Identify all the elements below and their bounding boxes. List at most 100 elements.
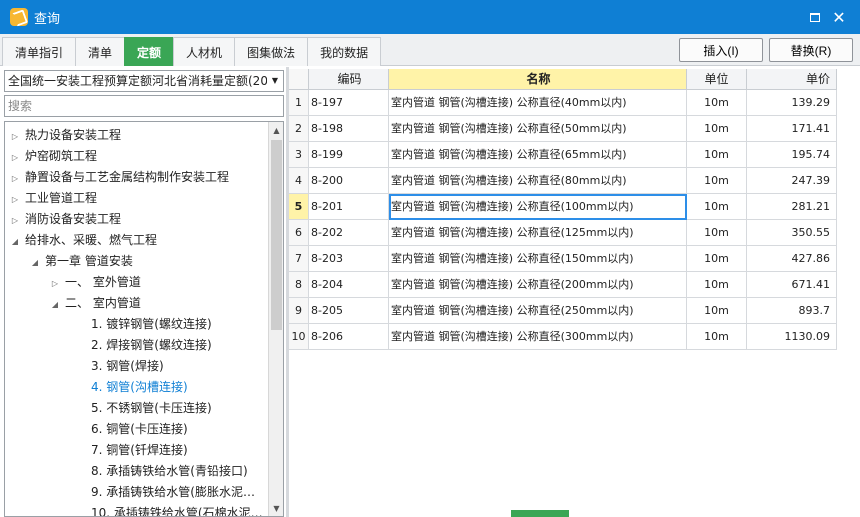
tree-item[interactable]: ◢ 给排水、采暖、燃气工程 — [9, 230, 157, 251]
cell-unit[interactable]: 10m — [687, 246, 747, 272]
cell-name[interactable]: 室内管道 钢管(沟槽连接) 公称直径(65mm以内) — [389, 142, 687, 168]
chevron-down-icon[interactable]: ▼ — [267, 71, 283, 91]
expand-icon[interactable]: ▷ — [9, 168, 21, 189]
insert-button[interactable]: 插入(I) — [679, 38, 763, 62]
tree-item[interactable]: 10. 承插铸铁给水管(石棉水泥… — [75, 503, 263, 516]
table-row[interactable]: 8 8-204 室内管道 钢管(沟槽连接) 公称直径(200mm以内) 10m 671.… — [289, 272, 837, 298]
tab-2[interactable]: 定额 — [124, 37, 175, 66]
cell-index[interactable]: 3 — [289, 142, 309, 168]
cell-unit[interactable]: 10m — [687, 194, 747, 220]
cell-name[interactable]: 室内管道 钢管(沟槽连接) 公称直径(40mm以内) — [389, 90, 687, 116]
cell-price[interactable]: 139.29 — [747, 90, 837, 116]
cell-code[interactable]: 8-205 — [309, 298, 389, 324]
tree-item[interactable]: 8. 承插铸铁给水管(青铅接口) — [75, 461, 248, 482]
scroll-up-icon[interactable]: ▲ — [269, 122, 283, 138]
cell-price[interactable]: 350.55 — [747, 220, 837, 246]
expand-icon[interactable]: ▷ — [9, 147, 21, 168]
cell-name[interactable]: 室内管道 钢管(沟槽连接) 公称直径(150mm以内) — [389, 246, 687, 272]
table-row[interactable]: 10 8-206 室内管道 钢管(沟槽连接) 公称直径(300mm以内) 10m 113… — [289, 324, 837, 350]
cell-code[interactable]: 8-201 — [309, 194, 389, 220]
tree-item[interactable]: 2. 焊接钢管(螺纹连接) — [75, 335, 212, 356]
table-row[interactable]: 2 8-198 室内管道 钢管(沟槽连接) 公称直径(50mm以内) 10m 171.4… — [289, 116, 837, 142]
cell-name[interactable]: 室内管道 钢管(沟槽连接) 公称直径(200mm以内) — [389, 272, 687, 298]
bottom-splitter-handle[interactable] — [511, 510, 569, 517]
cell-index[interactable]: 4 — [289, 168, 309, 194]
cell-price[interactable]: 247.39 — [747, 168, 837, 194]
cell-code[interactable]: 8-204 — [309, 272, 389, 298]
tree-item[interactable]: 6. 铜管(卡压连接) — [75, 419, 188, 440]
tree-item[interactable]: 4. 钢管(沟槽连接) — [75, 377, 188, 398]
tree-item[interactable]: ▷ 炉窑砌筑工程 — [9, 146, 97, 167]
header-code[interactable]: 编码 — [309, 69, 389, 90]
tree-item[interactable]: ◢ 第一章 管道安装 — [29, 251, 133, 272]
tree-item[interactable]: 9. 承插铸铁给水管(膨胀水泥… — [75, 482, 255, 503]
expand-icon[interactable]: ▷ — [9, 126, 21, 147]
cell-unit[interactable]: 10m — [687, 220, 747, 246]
close-icon[interactable]: ✕ — [830, 8, 848, 27]
cell-price[interactable]: 671.41 — [747, 272, 837, 298]
tab-5[interactable]: 我的数据 — [307, 37, 382, 66]
cell-code[interactable]: 8-206 — [309, 324, 389, 350]
table-row[interactable]: 3 8-199 室内管道 钢管(沟槽连接) 公称直径(65mm以内) 10m 195.7… — [289, 142, 837, 168]
cell-index[interactable]: 2 — [289, 116, 309, 142]
cell-price[interactable]: 195.74 — [747, 142, 837, 168]
cell-name[interactable]: 室内管道 钢管(沟槽连接) 公称直径(250mm以内) — [389, 298, 687, 324]
cell-name[interactable]: 室内管道 钢管(沟槽连接) 公称直径(125mm以内) — [389, 220, 687, 246]
collapse-icon[interactable]: ◢ — [9, 231, 21, 252]
scroll-down-icon[interactable]: ▼ — [269, 500, 283, 516]
expand-icon[interactable]: ▷ — [49, 273, 61, 294]
cell-price[interactable]: 171.41 — [747, 116, 837, 142]
tree-scrollbar[interactable]: ▲ ▼ — [268, 122, 283, 516]
cell-index[interactable]: 8 — [289, 272, 309, 298]
collapse-icon[interactable]: ◢ — [29, 252, 41, 273]
cell-unit[interactable]: 10m — [687, 298, 747, 324]
header-price[interactable]: 单价 — [747, 69, 837, 90]
tree-item[interactable]: ▷ 一、 室外管道 — [49, 272, 141, 293]
cell-price[interactable]: 427.86 — [747, 246, 837, 272]
cell-index[interactable]: 5 — [289, 194, 309, 220]
table-row[interactable]: 5 8-201 室内管道 钢管(沟槽连接) 公称直径(100mm以内) 10m 281.… — [289, 194, 837, 220]
tree-item[interactable]: ◢ 二、 室内管道 — [49, 293, 141, 314]
cell-index[interactable]: 7 — [289, 246, 309, 272]
quota-library-select[interactable]: 全国统一安装工程预算定额河北省消耗量定额(20 ▼ — [4, 70, 284, 92]
tree-item[interactable]: 5. 不锈钢管(卡压连接) — [75, 398, 212, 419]
cell-code[interactable]: 8-199 — [309, 142, 389, 168]
replace-button[interactable]: 替换(R) — [769, 38, 853, 62]
tree-item[interactable]: ▷ 消防设备安装工程 — [9, 209, 121, 230]
maximize-icon[interactable] — [806, 8, 824, 26]
cell-code[interactable]: 8-203 — [309, 246, 389, 272]
header-name[interactable]: 名称 — [389, 69, 687, 90]
tab-4[interactable]: 图集做法 — [234, 37, 309, 66]
cell-price[interactable]: 281.21 — [747, 194, 837, 220]
table-row[interactable]: 4 8-200 室内管道 钢管(沟槽连接) 公称直径(80mm以内) 10m 247.3… — [289, 168, 837, 194]
tree-item[interactable]: 3. 钢管(焊接) — [75, 356, 164, 377]
cell-price[interactable]: 1130.09 — [747, 324, 837, 350]
cell-unit[interactable]: 10m — [687, 168, 747, 194]
cell-index[interactable]: 10 — [289, 324, 309, 350]
cell-code[interactable]: 8-197 — [309, 90, 389, 116]
cell-price[interactable]: 893.7 — [747, 298, 837, 324]
tree-item[interactable]: 1. 镀锌钢管(螺纹连接) — [75, 314, 212, 335]
cell-code[interactable]: 8-202 — [309, 220, 389, 246]
tree-item[interactable]: ▷ 静置设备与工艺金属结构制作安装工程 — [9, 167, 229, 188]
tree-item[interactable]: ▷ 热力设备安装工程 — [9, 125, 121, 146]
header-unit[interactable]: 单位 — [687, 69, 747, 90]
tab-3[interactable]: 人材机 — [173, 37, 236, 66]
collapse-icon[interactable]: ◢ — [49, 294, 61, 315]
cell-index[interactable]: 6 — [289, 220, 309, 246]
table-row[interactable]: 9 8-205 室内管道 钢管(沟槽连接) 公称直径(250mm以内) 10m 893.… — [289, 298, 837, 324]
cell-unit[interactable]: 10m — [687, 324, 747, 350]
table-row[interactable]: 7 8-203 室内管道 钢管(沟槽连接) 公称直径(150mm以内) 10m 427.… — [289, 246, 837, 272]
cell-unit[interactable]: 10m — [687, 116, 747, 142]
cell-code[interactable]: 8-200 — [309, 168, 389, 194]
tree-item[interactable]: 7. 铜管(钎焊连接) — [75, 440, 188, 461]
scrollbar-thumb[interactable] — [271, 140, 282, 330]
cell-unit[interactable]: 10m — [687, 272, 747, 298]
expand-icon[interactable]: ▷ — [9, 210, 21, 231]
search-input[interactable] — [4, 95, 284, 117]
cell-code[interactable]: 8-198 — [309, 116, 389, 142]
cell-unit[interactable]: 10m — [687, 90, 747, 116]
table-row[interactable]: 1 8-197 室内管道 钢管(沟槽连接) 公称直径(40mm以内) 10m 139.2… — [289, 90, 837, 116]
cell-name[interactable]: 室内管道 钢管(沟槽连接) 公称直径(100mm以内) — [389, 194, 687, 220]
tab-0[interactable]: 清单指引 — [2, 37, 77, 66]
